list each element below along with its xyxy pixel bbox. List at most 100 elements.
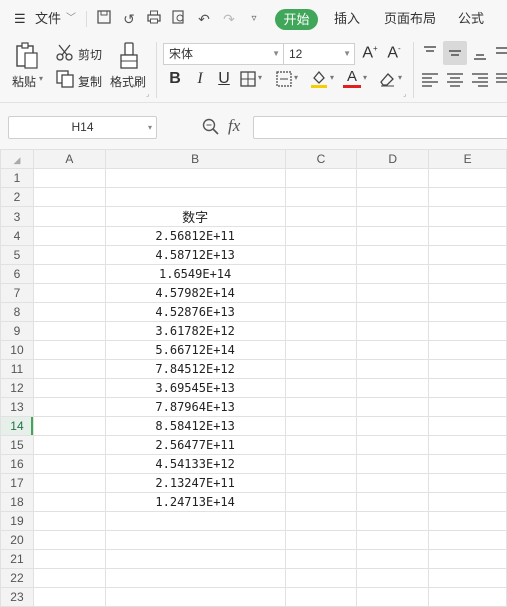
cell-c[interactable] bbox=[284, 302, 358, 322]
undo-icon[interactable]: ↶ bbox=[195, 10, 213, 28]
cell-c[interactable] bbox=[284, 226, 358, 246]
cell-c[interactable] bbox=[284, 283, 358, 303]
row-header[interactable]: 15 bbox=[0, 435, 34, 455]
cell-d[interactable] bbox=[356, 302, 430, 322]
cell-d[interactable] bbox=[356, 264, 430, 284]
cell-a[interactable] bbox=[32, 283, 106, 303]
cell-d[interactable] bbox=[356, 206, 430, 227]
cell-b[interactable] bbox=[104, 587, 286, 607]
row-header[interactable]: 8 bbox=[0, 302, 34, 322]
cell-b[interactable]: 8.58412E+13 bbox=[104, 416, 286, 436]
format-painter-icon[interactable] bbox=[118, 42, 140, 70]
row-header[interactable]: 17 bbox=[0, 473, 34, 493]
cell-d[interactable] bbox=[356, 397, 430, 417]
cell-d[interactable] bbox=[356, 187, 430, 207]
row-header[interactable]: 4 bbox=[0, 226, 34, 246]
align-middle-icon[interactable] bbox=[443, 41, 467, 65]
bold-icon[interactable]: B bbox=[167, 70, 183, 88]
row-header[interactable]: 10 bbox=[0, 340, 34, 360]
row-header[interactable]: 7 bbox=[0, 283, 34, 303]
italic-icon[interactable]: I bbox=[192, 70, 208, 88]
print-icon[interactable] bbox=[145, 10, 163, 28]
cell-a[interactable] bbox=[32, 340, 106, 360]
cell-e[interactable] bbox=[428, 264, 507, 284]
tab-insert[interactable]: 插入 bbox=[334, 9, 360, 29]
cell-a[interactable] bbox=[32, 549, 106, 569]
column-header-a[interactable]: A bbox=[32, 149, 106, 169]
cell-c[interactable] bbox=[284, 168, 358, 188]
cell-e[interactable] bbox=[428, 416, 507, 436]
wrap-text-icon[interactable] bbox=[494, 43, 507, 63]
cell-a[interactable] bbox=[32, 168, 106, 188]
cell-e[interactable] bbox=[428, 321, 507, 341]
cell-a[interactable] bbox=[32, 378, 106, 398]
cell-b[interactable] bbox=[104, 187, 286, 207]
tab-formulas[interactable]: 公式 bbox=[458, 9, 484, 29]
cell-a[interactable] bbox=[32, 321, 106, 341]
row-header[interactable]: 2 bbox=[0, 187, 34, 207]
row-header[interactable]: 11 bbox=[0, 359, 34, 379]
cell-a[interactable] bbox=[32, 302, 106, 322]
cell-e[interactable] bbox=[428, 568, 507, 588]
chevron-down-icon[interactable]: ﹀ bbox=[66, 9, 76, 29]
save-icon[interactable] bbox=[95, 10, 113, 28]
cell-e[interactable] bbox=[428, 587, 507, 607]
main-menu-icon[interactable]: ☰ bbox=[14, 9, 26, 29]
cell-b[interactable]: 4.52876E+13 bbox=[104, 302, 286, 322]
cell-b[interactable] bbox=[104, 168, 286, 188]
cell-c[interactable] bbox=[284, 587, 358, 607]
column-header-c[interactable]: C bbox=[284, 149, 358, 169]
cell-d[interactable] bbox=[356, 587, 430, 607]
cell-c[interactable] bbox=[284, 359, 358, 379]
tab-page-layout[interactable]: 页面布局 bbox=[384, 9, 436, 29]
cut-icon[interactable] bbox=[56, 44, 74, 62]
cell-d[interactable] bbox=[356, 473, 430, 493]
cell-e[interactable] bbox=[428, 454, 507, 474]
cell-a[interactable] bbox=[32, 568, 106, 588]
cell-a[interactable] bbox=[32, 226, 106, 246]
row-header[interactable]: 18 bbox=[0, 492, 34, 512]
chevron-down-icon[interactable]: ▾ bbox=[398, 73, 402, 82]
row-header[interactable]: 21 bbox=[0, 549, 34, 569]
copy-icon[interactable] bbox=[56, 70, 74, 88]
column-header-b[interactable]: B bbox=[104, 149, 286, 169]
clipboard-group-launcher-icon[interactable]: ⌟ bbox=[146, 90, 149, 98]
cell-b[interactable]: 2.13247E+11 bbox=[104, 473, 286, 493]
cell-b[interactable]: 1.6549E+14 bbox=[104, 264, 286, 284]
cell-c[interactable] bbox=[284, 321, 358, 341]
cell-a[interactable] bbox=[32, 511, 106, 531]
underline-icon[interactable]: U bbox=[216, 70, 232, 88]
cut-button[interactable]: 剪切 bbox=[78, 46, 102, 63]
font-group-launcher-icon[interactable]: ⌟ bbox=[403, 90, 406, 98]
cell-e[interactable] bbox=[428, 473, 507, 493]
cell-b[interactable] bbox=[104, 530, 286, 550]
cell-e[interactable] bbox=[428, 168, 507, 188]
cell-c[interactable] bbox=[284, 245, 358, 265]
cell-c[interactable] bbox=[284, 435, 358, 455]
cell-b[interactable]: 1.24713E+14 bbox=[104, 492, 286, 512]
file-menu[interactable]: 文件 bbox=[35, 9, 61, 29]
fill-color-icon[interactable] bbox=[310, 69, 328, 89]
zoom-search-icon[interactable] bbox=[202, 118, 220, 136]
cell-a[interactable] bbox=[32, 264, 106, 284]
cell-a[interactable] bbox=[32, 473, 106, 493]
cell-e[interactable] bbox=[428, 283, 507, 303]
font-family-select[interactable]: 宋体 ▼ bbox=[163, 43, 284, 65]
cell-b[interactable]: 2.56477E+11 bbox=[104, 435, 286, 455]
cell-a[interactable] bbox=[32, 454, 106, 474]
cell-e[interactable] bbox=[428, 226, 507, 246]
row-header[interactable]: 3 bbox=[0, 206, 34, 227]
row-header[interactable]: 16 bbox=[0, 454, 34, 474]
font-color-icon[interactable]: A bbox=[343, 69, 361, 89]
cell-e[interactable] bbox=[428, 397, 507, 417]
cell-d[interactable] bbox=[356, 359, 430, 379]
cell-d[interactable] bbox=[356, 283, 430, 303]
cell-c[interactable] bbox=[284, 340, 358, 360]
cell-c[interactable] bbox=[284, 530, 358, 550]
cell-b[interactable]: 数字 bbox=[104, 206, 286, 227]
merge-cells-icon[interactable] bbox=[276, 71, 292, 87]
cell-c[interactable] bbox=[284, 397, 358, 417]
cell-b[interactable] bbox=[104, 568, 286, 588]
row-header[interactable]: 13 bbox=[0, 397, 34, 417]
cell-a[interactable] bbox=[32, 397, 106, 417]
